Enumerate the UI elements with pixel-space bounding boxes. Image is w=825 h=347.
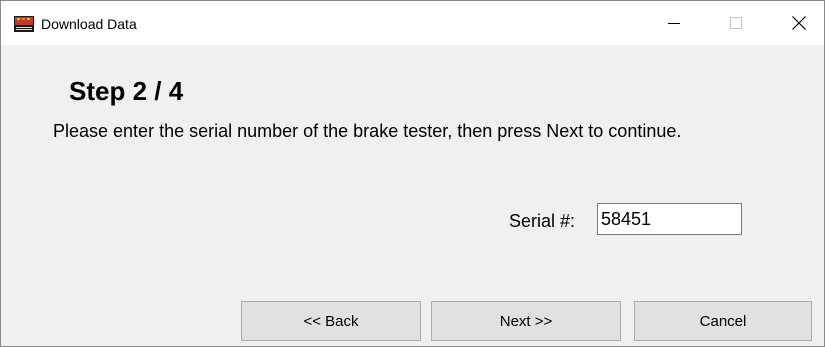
step-heading: Step 2 / 4 [69,76,184,106]
back-button[interactable]: << Back [241,301,421,341]
serial-number-label: Serial #: [509,211,576,231]
maximize-icon [729,17,742,29]
cancel-button[interactable]: Cancel [634,301,812,341]
download-data-dialog: Download Data Step 2 / 4 Please enter th… [0,0,825,347]
instructions-text: Please enter the serial number of the br… [53,121,682,141]
next-button[interactable]: Next >> [431,301,621,341]
close-button[interactable] [776,1,821,45]
serial-number-input[interactable] [597,203,742,235]
maximize-button[interactable] [713,1,758,45]
minimize-icon [667,23,680,24]
window-title: Download Data [41,16,137,32]
minimize-button[interactable] [651,1,696,45]
close-icon [791,16,806,30]
title-bar[interactable]: Download Data [1,1,824,45]
brake-tester-app-icon [14,16,34,32]
